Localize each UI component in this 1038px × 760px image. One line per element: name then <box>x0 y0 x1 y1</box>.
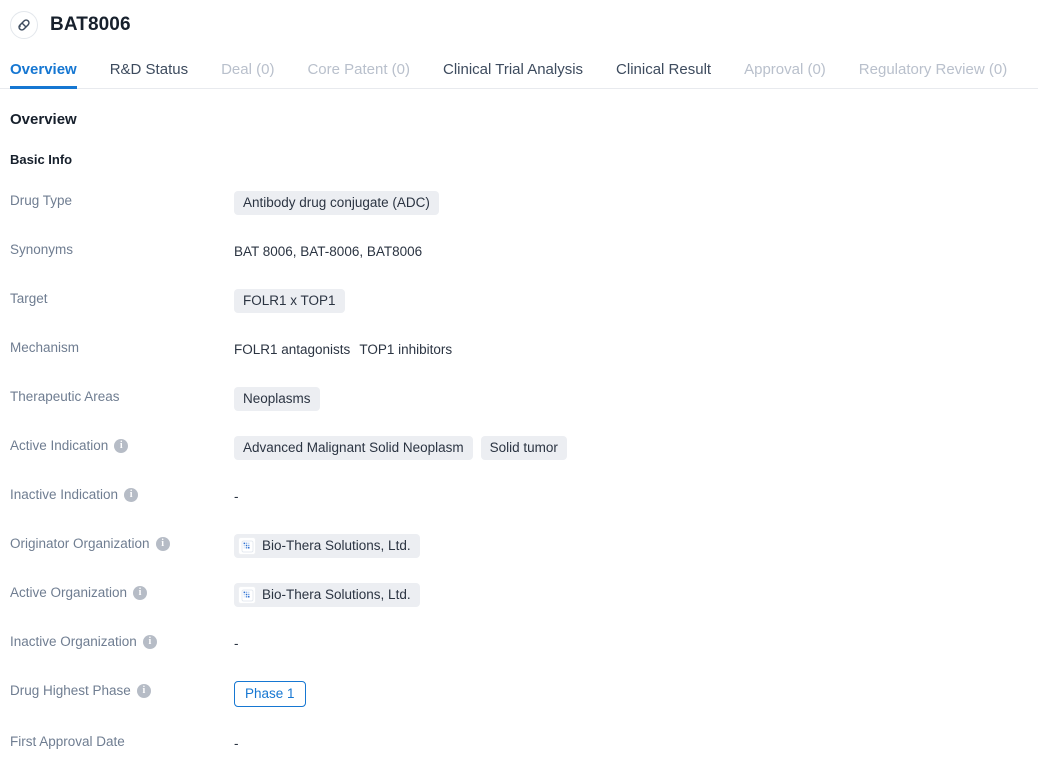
row-label-text: Drug Highest Phase <box>10 683 131 698</box>
row-synonyms: Synonyms BAT 8006, BAT-8006, BAT8006 <box>10 238 1038 264</box>
row-value: Bio-Thera Solutions, Ltd. <box>234 532 1038 558</box>
row-originator-organization: Originator Organization i Bio-Thera Solu… <box>10 532 1038 558</box>
row-label-text: Originator Organization <box>10 536 150 551</box>
tab-rd-status[interactable]: R&D Status <box>110 50 204 88</box>
tag-drug-type[interactable]: Antibody drug conjugate (ADC) <box>234 191 439 215</box>
page-title: BAT8006 <box>50 14 131 35</box>
row-value: FOLR1 x TOP1 <box>234 287 1038 313</box>
row-label-text: Therapeutic Areas <box>10 389 120 404</box>
tag-indication[interactable]: Advanced Malignant Solid Neoplasm <box>234 436 473 460</box>
group-title-basic-info: Basic Info <box>10 152 73 167</box>
row-label: Target <box>10 287 234 308</box>
status-badge-phase[interactable]: Phase 1 <box>234 681 306 707</box>
row-label: Originator Organization i <box>10 532 234 553</box>
info-icon[interactable]: i <box>136 684 151 698</box>
row-label: Inactive Indication i <box>10 483 234 504</box>
info-icon[interactable]: i <box>124 488 139 502</box>
tag-therapeutic-area[interactable]: Neoplasms <box>234 387 320 411</box>
row-label: Synonyms <box>10 238 234 259</box>
overview-panel: Overview Basic Info Drug Type Antibody d… <box>0 89 1038 756</box>
drug-detail-page: BAT8006 Overview R&D Status Deal (0) Cor… <box>0 0 1038 760</box>
row-value: BAT 8006, BAT-8006, BAT8006 <box>234 238 1038 262</box>
mechanism-item: FOLR1 antagonists <box>234 342 351 357</box>
company-logo-icon <box>238 586 256 604</box>
tab-label: Approval (0) <box>744 60 826 78</box>
company-logo-icon <box>238 537 256 555</box>
empty-value: - <box>234 736 239 751</box>
row-value: Neoplasms <box>234 385 1038 411</box>
row-label: Mechanism <box>10 336 234 357</box>
row-label-text: Target <box>10 291 48 306</box>
row-drug-highest-phase: Drug Highest Phase i Phase 1 <box>10 679 1038 707</box>
empty-value: - <box>234 636 239 651</box>
row-mechanism: Mechanism FOLR1 antagonists TOP1 inhibito… <box>10 336 1038 362</box>
tag-organization[interactable]: Bio-Thera Solutions, Ltd. <box>234 583 420 607</box>
row-value: - <box>234 483 1038 507</box>
row-value: - <box>234 730 1038 754</box>
row-value: Antibody drug conjugate (ADC) <box>234 189 1038 215</box>
organization-name: Bio-Thera Solutions, Ltd. <box>262 538 411 553</box>
row-label: Drug Type <box>10 189 234 210</box>
row-value: Bio-Thera Solutions, Ltd. <box>234 581 1038 607</box>
row-label-text: Inactive Organization <box>10 634 137 649</box>
tab-regulatory-review[interactable]: Regulatory Review (0) <box>859 50 1023 88</box>
row-value: - <box>234 630 1038 654</box>
row-label-text: Active Indication <box>10 438 109 453</box>
pill-capsule-icon <box>10 11 38 39</box>
row-label-text: Drug Type <box>10 193 73 208</box>
row-label: Therapeutic Areas <box>10 385 234 406</box>
row-value: FOLR1 antagonists TOP1 inhibitors <box>234 336 1038 360</box>
tab-label: Core Patent (0) <box>307 60 410 78</box>
tab-overview[interactable]: Overview <box>10 50 93 89</box>
row-label: Active Indication i <box>10 434 234 455</box>
row-active-indication: Active Indication i Advanced Malignant S… <box>10 434 1038 460</box>
row-active-organization: Active Organization i Bio-Thera Solution… <box>10 581 1038 607</box>
tab-approval[interactable]: Approval (0) <box>744 50 842 88</box>
tab-label: R&D Status <box>109 60 189 78</box>
row-label-text: Synonyms <box>10 242 74 257</box>
tab-label: Regulatory Review (0) <box>858 60 1008 78</box>
row-label: Inactive Organization i <box>10 630 234 651</box>
synonyms-text: BAT 8006, BAT-8006, BAT8006 <box>234 244 423 259</box>
row-label: First Approval Date <box>10 730 234 751</box>
tag-target[interactable]: FOLR1 x TOP1 <box>234 289 345 313</box>
row-value: Phase 1 <box>234 679 1038 707</box>
tab-clinical-trial-analysis[interactable]: Clinical Trial Analysis <box>443 50 599 88</box>
tab-clinical-result[interactable]: Clinical Result <box>616 50 727 88</box>
row-label: Active Organization i <box>10 581 234 602</box>
row-label: Drug Highest Phase i <box>10 679 234 700</box>
info-icon[interactable]: i <box>155 537 170 551</box>
info-icon[interactable]: i <box>133 586 148 600</box>
row-first-approval-date: First Approval Date - <box>10 730 1038 756</box>
mechanism-list: FOLR1 antagonists TOP1 inhibitors <box>234 342 452 357</box>
info-icon[interactable]: i <box>114 439 129 453</box>
row-label-text: First Approval Date <box>10 734 125 749</box>
section-title: Overview <box>10 111 77 128</box>
tab-label: Clinical Trial Analysis <box>443 60 584 78</box>
row-therapeutic-areas: Therapeutic Areas Neoplasms <box>10 385 1038 411</box>
page-header: BAT8006 <box>0 0 1038 50</box>
tab-label: Clinical Result <box>616 60 712 78</box>
tag-organization[interactable]: Bio-Thera Solutions, Ltd. <box>234 534 420 558</box>
organization-name: Bio-Thera Solutions, Ltd. <box>262 587 411 602</box>
row-target: Target FOLR1 x TOP1 <box>10 287 1038 313</box>
tab-label: Deal (0) <box>221 60 275 78</box>
row-drug-type: Drug Type Antibody drug conjugate (ADC) <box>10 189 1038 215</box>
row-label-text: Active Organization <box>10 585 128 600</box>
row-value: Advanced Malignant Solid Neoplasm Solid … <box>234 434 1038 460</box>
mechanism-item: TOP1 inhibitors <box>359 342 453 357</box>
tab-label: Overview <box>10 60 77 78</box>
tab-deal[interactable]: Deal (0) <box>221 50 290 88</box>
tag-indication[interactable]: Solid tumor <box>480 436 567 460</box>
tab-bar: Overview R&D Status Deal (0) Core Patent… <box>0 50 1038 89</box>
row-inactive-organization: Inactive Organization i - <box>10 630 1038 656</box>
info-icon[interactable]: i <box>142 635 157 649</box>
row-label-text: Mechanism <box>10 340 80 355</box>
tab-core-patent[interactable]: Core Patent (0) <box>307 50 426 88</box>
empty-value: - <box>234 489 239 504</box>
row-label-text: Inactive Indication <box>10 487 119 502</box>
row-inactive-indication: Inactive Indication i - <box>10 483 1038 509</box>
